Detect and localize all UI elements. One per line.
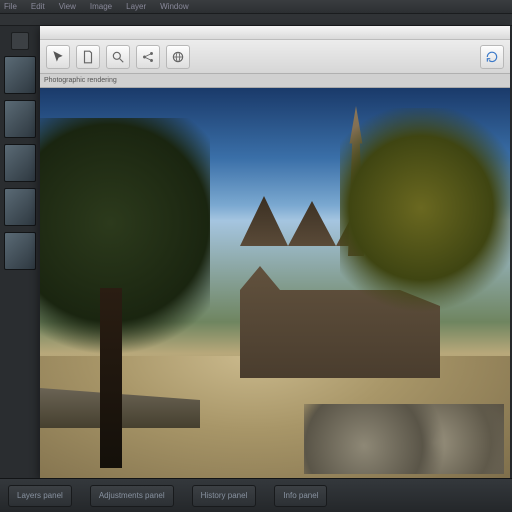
- panel-tab[interactable]: Layers panel: [8, 485, 72, 507]
- thumbnail[interactable]: [4, 144, 36, 182]
- panel-tab[interactable]: History panel: [192, 485, 257, 507]
- menu-item[interactable]: Image: [90, 2, 112, 11]
- scene-tree: [40, 118, 210, 418]
- thumbnail[interactable]: [4, 100, 36, 138]
- scene-rocks: [304, 404, 504, 474]
- left-panel: [0, 26, 40, 478]
- refresh-icon[interactable]: [480, 45, 504, 69]
- options-bar: [0, 14, 512, 26]
- scene-trunk: [100, 288, 122, 468]
- document-icon[interactable]: [76, 45, 100, 69]
- panel-tab[interactable]: Info panel: [274, 485, 327, 507]
- cursor-icon[interactable]: [46, 45, 70, 69]
- thumbnail[interactable]: [4, 56, 36, 94]
- thumbnail[interactable]: [4, 232, 36, 270]
- search-icon[interactable]: [106, 45, 130, 69]
- thumbnail[interactable]: [4, 188, 36, 226]
- image-canvas[interactable]: [40, 88, 510, 478]
- menu-item[interactable]: Layer: [126, 2, 146, 11]
- menu-item[interactable]: File: [4, 2, 17, 11]
- document-toolbar: [40, 40, 510, 74]
- document-titlebar[interactable]: [40, 26, 510, 40]
- menu-item[interactable]: View: [59, 2, 76, 11]
- scene-tree: [340, 108, 510, 358]
- document-window: Photographic rendering: [40, 26, 510, 478]
- info-label: Photographic rendering: [44, 77, 117, 84]
- tool-button[interactable]: [11, 32, 29, 50]
- bottom-panels: Layers panel Adjustments panel History p…: [0, 478, 512, 512]
- menu-item[interactable]: Edit: [31, 2, 45, 11]
- document-info-bar: Photographic rendering: [40, 74, 510, 88]
- globe-icon[interactable]: [166, 45, 190, 69]
- share-icon[interactable]: [136, 45, 160, 69]
- panel-tab[interactable]: Adjustments panel: [90, 485, 174, 507]
- menu-item[interactable]: Window: [160, 2, 188, 11]
- app-menu-bar: File Edit View Image Layer Window: [0, 0, 512, 14]
